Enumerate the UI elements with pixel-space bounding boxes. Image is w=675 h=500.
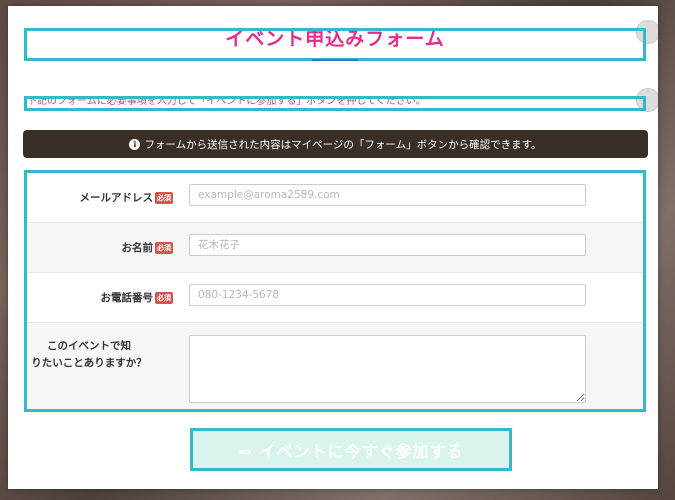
intro-highlight: 下記のフォームに必要事項を入力して「イベントに参加する」ボタンを押してください。 [24, 96, 646, 111]
form-row-question: このイベントで知 りたいことありますか？ [27, 323, 643, 409]
title-underline [312, 59, 358, 61]
form-row-name: お名前 必須 [27, 223, 643, 273]
required-badge: 必須 [155, 291, 173, 304]
question-label: このイベントで知 りたいことありますか？ [31, 340, 147, 369]
required-badge: 必須 [155, 241, 173, 254]
name-label: お名前 必須 [121, 240, 173, 255]
intro-text: 下記のフォームに必要事項を入力して「イベントに参加する」ボタンを押してください。 [27, 96, 426, 107]
event-signup-modal: イベント申込みフォーム 下記のフォームに必要事項を入力して「イベントに参加する」… [8, 6, 658, 489]
name-field[interactable] [189, 234, 586, 256]
form-row-email: メールアドレス 必須 [27, 173, 643, 223]
notice-bar: i フォームから送信された内容はマイページの「フォーム」ボタンから確認できます。 [23, 130, 648, 158]
join-event-button[interactable]: ⇒ イベントに今すぐ参加する [193, 431, 509, 468]
form-title: イベント申込みフォーム [225, 28, 445, 50]
notice-text: フォームから送信された内容はマイページの「フォーム」ボタンから確認できます。 [144, 138, 542, 151]
form-row-phone: お電話番号 必須 [27, 273, 643, 323]
submit-highlight: ⇒ イベントに今すぐ参加する [190, 428, 512, 471]
phone-label-text: お電話番号 [100, 292, 154, 304]
required-badge: 必須 [155, 191, 173, 204]
email-label: メールアドレス 必須 [79, 190, 173, 205]
signup-form: メールアドレス 必須 お名前 必須 お電話番号 必須 このイベントで知りたいこと… [24, 170, 646, 412]
question-textarea[interactable] [189, 335, 586, 403]
phone-label: お電話番号 必須 [100, 290, 173, 305]
title-highlight: イベント申込みフォーム [24, 28, 646, 61]
email-field[interactable] [189, 184, 586, 206]
email-label-text: メールアドレス [79, 192, 154, 204]
phone-field[interactable] [189, 284, 586, 306]
name-label-text: お名前 [121, 242, 154, 254]
info-icon: i [129, 138, 141, 150]
